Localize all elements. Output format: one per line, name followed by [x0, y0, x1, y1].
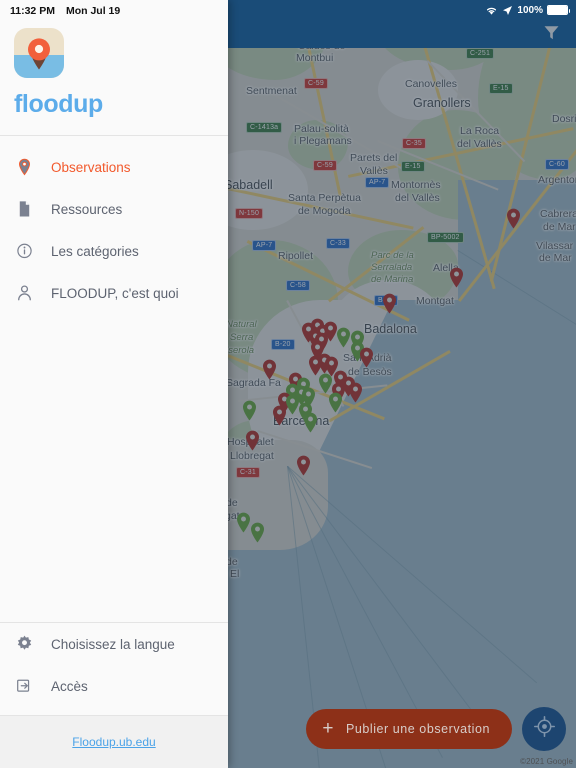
sidebar-item-acc-s[interactable]: Accès [0, 665, 228, 707]
info-circle-icon [16, 241, 40, 261]
login-arrow-icon [16, 676, 40, 696]
person-icon [16, 283, 40, 303]
publish-observation-label: Publier une observation [346, 722, 490, 736]
sidebar-item-label: FLOODUP, c'est quoi [51, 285, 179, 301]
sidebar-item-ressources[interactable]: Ressources [0, 188, 228, 230]
sidebar-item-label: Choisissez la langue [51, 636, 175, 652]
sidebar-item-label: Les catégories [51, 243, 139, 259]
website-link[interactable]: Floodup.ub.edu [72, 735, 155, 749]
plus-icon: + [322, 717, 334, 739]
app-icon-pin [28, 38, 50, 70]
sidebar-item-floodup-c-est-quoi[interactable]: FLOODUP, c'est quoi [0, 272, 228, 314]
map-attribution: ©2021 Google [520, 757, 573, 766]
drawer-footer: Floodup.ub.edu [0, 716, 228, 768]
status-bar-left: 11:32 PM Mon Jul 19 [0, 0, 228, 22]
status-bar-right: 100% [485, 2, 570, 18]
floodup-app-icon [14, 28, 64, 78]
battery-full-icon [547, 5, 570, 15]
sidebar-item-label: Observations [51, 159, 131, 175]
sidebar-item-les-cat-gories[interactable]: Les catégories [0, 230, 228, 272]
battery-percent-label: 100% [517, 4, 543, 16]
location-arrow-icon [502, 5, 513, 16]
secondary-nav-list: Choisissez la langue Accès [0, 623, 228, 715]
filter-funnel-icon [543, 24, 560, 46]
map-pin-icon [16, 157, 40, 177]
sidebar-item-observations[interactable]: Observations [0, 146, 228, 188]
drawer-scrim-overlay[interactable] [228, 0, 576, 768]
gear-icon [16, 634, 40, 654]
drawer-header: floodup [0, 22, 228, 135]
document-icon [16, 199, 40, 219]
app-root: Caldes deMontbuiSentmenatCanovellesGrano… [0, 0, 576, 768]
drawer-spacer [0, 314, 228, 622]
navigation-drawer: 11:32 PM Mon Jul 19 floodup Observations… [0, 0, 228, 768]
status-bar-date: Mon Jul 19 [65, 5, 121, 17]
app-bar: 100% [228, 0, 576, 48]
status-bar-time: 11:32 PM [10, 5, 55, 17]
map-bottom-actions: + Publier une observation [228, 704, 576, 754]
primary-nav-list: Observations Ressources Les catégories FLOO… [0, 136, 228, 314]
publish-observation-button[interactable]: + Publier une observation [306, 709, 512, 749]
wifi-icon [485, 5, 498, 16]
sidebar-item-choisissez-la-langue[interactable]: Choisissez la langue [0, 623, 228, 665]
brand-title: floodup [14, 90, 103, 118]
sidebar-item-label: Ressources [51, 201, 123, 217]
sidebar-item-label: Accès [51, 678, 88, 694]
filter-button[interactable] [536, 22, 566, 48]
my-location-crosshair-icon [533, 716, 555, 742]
my-location-button[interactable] [522, 707, 566, 751]
